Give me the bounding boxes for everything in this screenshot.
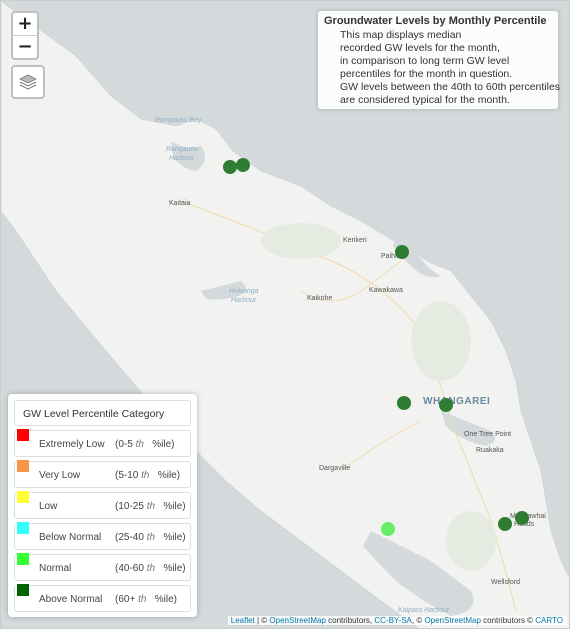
osm-link-2[interactable]: OpenStreetMap [424, 616, 480, 625]
legend-panel: GW Level Percentile Category Extremely L… [8, 394, 197, 617]
info-line: recorded GW levels for the month, [340, 42, 500, 54]
info-line: percentiles for the month in question. [340, 68, 513, 80]
legend-label: Above Normal [39, 594, 103, 605]
legend-label: Low [39, 501, 58, 512]
legend-swatch [17, 584, 29, 596]
place-dargaville: Dargaville [319, 465, 351, 472]
layers-icon [19, 74, 37, 90]
legend-item-very-low: Very Low (5-10 th %ile) [14, 460, 191, 488]
info-title: Groundwater Levels by Monthly Percentile [324, 15, 547, 27]
legend-label: Below Normal [39, 532, 102, 543]
leaflet-link[interactable]: Leaflet [231, 616, 255, 625]
gw-site-marker[interactable] [223, 160, 237, 174]
legend-title: GW Level Percentile Category [14, 400, 191, 426]
legend-swatch [17, 553, 29, 565]
place-kaikohe: Kaikohe [307, 295, 333, 302]
place-kerikeri: Kerikeri [343, 237, 367, 244]
legend-label: Normal [39, 563, 72, 574]
zoom-control: + − [11, 11, 39, 60]
legend-range: (10-25 th %ile) [115, 501, 186, 512]
layers-control-button[interactable] [11, 65, 45, 99]
legend-range: (40-60 th %ile) [115, 563, 186, 574]
place-whangarei: WHANGAREI [423, 396, 491, 407]
legend-range: (0-5 th %ile) [115, 439, 175, 450]
info-line: are considered typical for the month. [340, 94, 510, 106]
info-line: in comparison to long term GW level [340, 55, 510, 67]
gw-site-marker[interactable] [498, 517, 512, 531]
info-line: GW levels between the 40th to 60th perce… [340, 81, 561, 93]
legend-item-extremely-low: Extremely Low (0-5 th %ile) [14, 429, 191, 457]
attribution: Leaflet | © OpenStreetMap contributors, … [227, 616, 566, 625]
legend-swatch [17, 522, 29, 534]
info-panel: Groundwater Levels by Monthly Percentile… [318, 11, 561, 109]
place-rangaunu-harbour: Rangaunu [166, 146, 199, 153]
place-one-tree-point: One Tree Point [464, 431, 512, 438]
place-ruakaka: Ruakaka [476, 447, 504, 454]
place-kaitaia: Kaitaia [169, 200, 191, 207]
legend-swatch [17, 491, 29, 503]
legend-item-normal: Normal (40-60 th %ile) [14, 553, 191, 581]
cc-by-sa-link[interactable]: CC-BY-SA [374, 616, 412, 625]
gw-site-marker[interactable] [439, 398, 453, 412]
legend-range: (25-40 th %ile) [115, 532, 186, 543]
zoom-out-button[interactable]: − [13, 35, 37, 58]
gw-site-marker[interactable] [236, 158, 250, 172]
place-hokianga-harbour: Hokianga [229, 288, 259, 295]
legend-item-below-normal: Below Normal (25-40 th %ile) [14, 522, 191, 550]
place-rangaunu-harbour-2: Harbour [169, 155, 195, 162]
zoom-in-button[interactable]: + [13, 13, 37, 35]
place-kawakawa: Kawakawa [369, 287, 403, 294]
carto-link[interactable]: CARTO [535, 616, 563, 625]
info-line: This map displays median [340, 29, 462, 41]
osm-link[interactable]: OpenStreetMap [269, 616, 325, 625]
gw-site-marker[interactable] [395, 245, 409, 259]
legend-swatch [17, 429, 29, 441]
legend-range: (60+ th %ile) [115, 594, 177, 605]
place-wellsford: Wellsford [491, 579, 521, 586]
map[interactable]: Rangaunu Bay Rangaunu Harbour Kaitaia Ke… [0, 0, 570, 629]
legend-item-low: Low (10-25 th %ile) [14, 491, 191, 519]
legend-range: (5-10 th %ile) [115, 470, 181, 481]
legend-label: Extremely Low [39, 439, 105, 450]
place-hokianga-harbour-2: Harbour [231, 297, 257, 304]
place-kaipara-harbour: Kaipara Harbour [398, 607, 450, 614]
legend-label: Very Low [39, 470, 81, 481]
gw-site-marker[interactable] [515, 511, 529, 525]
gw-site-marker[interactable] [397, 396, 411, 410]
place-rangaunu-bay: Rangaunu Bay [155, 117, 202, 124]
legend-item-above-normal: Above Normal (60+ th %ile) [14, 584, 191, 612]
gw-site-marker[interactable] [381, 522, 395, 536]
legend-swatch [17, 460, 29, 472]
